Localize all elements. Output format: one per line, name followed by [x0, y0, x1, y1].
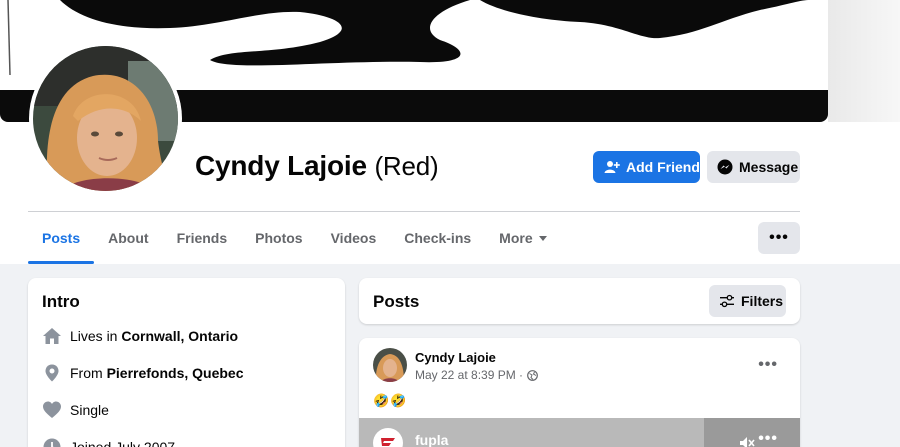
- more-options-button[interactable]: •••: [758, 222, 800, 254]
- from-prefix: From: [70, 365, 103, 381]
- post-author-avatar[interactable]: [373, 348, 407, 382]
- add-person-icon: [604, 159, 620, 175]
- filters-button[interactable]: Filters: [709, 285, 786, 317]
- video-brand-name: fupla: [415, 432, 449, 447]
- add-friend-button[interactable]: Add Friend: [593, 151, 700, 183]
- post-timestamp: May 22 at 8:39 PM ·: [415, 368, 538, 382]
- posts-header-card: Posts Filters: [359, 278, 800, 324]
- from-place-link[interactable]: Pierrefonds, Quebec: [107, 365, 244, 381]
- tab-photos[interactable]: Photos: [241, 212, 316, 264]
- tab-label: About: [108, 230, 149, 246]
- filters-label: Filters: [741, 293, 784, 309]
- post-content: 🤣🤣: [373, 393, 408, 408]
- intro-from: From Pierrefonds, Quebec: [42, 363, 244, 383]
- avatar: [33, 46, 178, 191]
- tab-label: Friends: [176, 230, 228, 246]
- clock-icon: [42, 437, 62, 447]
- profile-name: Cyndy Lajoie (Red): [195, 150, 439, 182]
- mute-icon[interactable]: [738, 434, 756, 447]
- joined-date: Joined July 2007: [70, 439, 176, 447]
- posts-title: Posts: [373, 292, 420, 311]
- profile-tabs: Posts About Friends Photos Videos Check-…: [28, 212, 561, 264]
- lives-prefix: Lives in: [70, 328, 118, 344]
- more-options-dots: •••: [769, 229, 789, 246]
- intro-relationship: Single: [42, 400, 109, 420]
- tab-about[interactable]: About: [94, 212, 162, 264]
- tab-label: Videos: [330, 230, 377, 246]
- home-icon: [42, 326, 62, 346]
- tab-check-ins[interactable]: Check-ins: [390, 212, 485, 264]
- post-card: Cyndy Lajoie May 22 at 8:39 PM · ••• 🤣🤣 …: [359, 338, 800, 447]
- message-label: Message: [739, 159, 799, 175]
- intro-lives-in: Lives in Cornwall, Ontario: [42, 326, 238, 346]
- profile-picture[interactable]: [29, 42, 182, 195]
- intro-joined: Joined July 2007: [42, 437, 175, 447]
- add-friend-label: Add Friend: [626, 159, 700, 175]
- sliders-icon: [719, 293, 735, 309]
- tab-friends[interactable]: Friends: [163, 212, 242, 264]
- profile-name-text: Cyndy Lajoie: [195, 150, 367, 181]
- messenger-icon: [717, 159, 733, 175]
- heart-icon: [42, 400, 62, 420]
- video-options-button[interactable]: •••: [758, 430, 778, 447]
- location-pin-icon: [42, 363, 62, 383]
- post-options-button[interactable]: •••: [758, 356, 778, 374]
- tab-label: More: [499, 230, 533, 246]
- tab-label: Check-ins: [404, 230, 472, 246]
- post-time-text[interactable]: May 22 at 8:39 PM ·: [415, 368, 523, 382]
- tab-label: Posts: [42, 230, 81, 246]
- post-author-name[interactable]: Cyndy Lajoie: [415, 350, 496, 365]
- relationship-status: Single: [70, 402, 109, 418]
- background-fade: [828, 0, 900, 122]
- tab-label: Photos: [255, 230, 303, 246]
- tab-videos[interactable]: Videos: [317, 212, 391, 264]
- lives-place-link[interactable]: Cornwall, Ontario: [121, 328, 238, 344]
- post-video[interactable]: fupla •••: [359, 418, 800, 447]
- profile-nickname: (Red): [374, 151, 439, 181]
- fupla-logo-icon: [373, 428, 403, 447]
- intro-title: Intro: [42, 292, 80, 311]
- intro-card: Intro Lives in Cornwall, Ontario From Pi…: [28, 278, 345, 447]
- caret-down-icon: [538, 235, 547, 241]
- message-button[interactable]: Message: [707, 151, 800, 183]
- globe-icon: [527, 369, 538, 381]
- tab-posts[interactable]: Posts: [28, 212, 95, 264]
- tab-more[interactable]: More: [485, 212, 560, 264]
